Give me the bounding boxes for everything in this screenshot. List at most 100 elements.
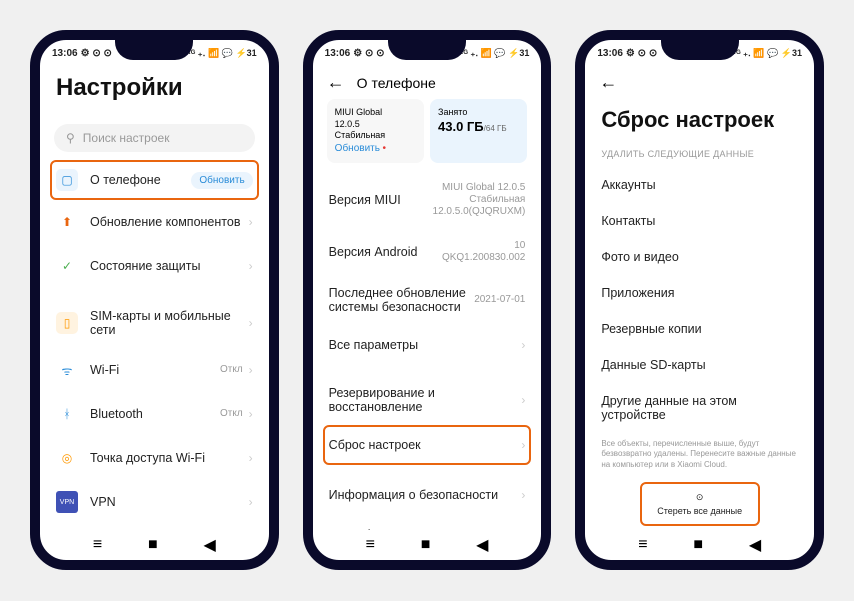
settings-row[interactable]: ▯ SIM-карты и мобильные сети › [54, 298, 255, 348]
row-icon: ᯤ [56, 359, 78, 381]
row-label: Версия Android [329, 245, 431, 259]
about-row[interactable]: Резервирование и восстановление › [327, 375, 528, 425]
erase-button[interactable]: ⊙ Стереть все данные [640, 482, 760, 526]
back-button[interactable]: ← [327, 72, 345, 93]
chevron-icon: › [249, 316, 253, 330]
nav-home[interactable]: ■ [148, 536, 158, 554]
notch [115, 38, 193, 60]
chevron-icon: › [249, 363, 253, 377]
reset-item: Данные SD-карты [585, 347, 814, 383]
row-label: О телефоне [90, 173, 191, 187]
status-icons-left: ⚙ ⊙ ⊙ [353, 48, 384, 59]
nav-back[interactable]: ◀ [476, 535, 488, 555]
nav-bar: ≡ ■ ◀ [40, 530, 269, 560]
phone-1: 13:06⚙ ⊙ ⊙ ⁴ᴳ ₊․ 📶 💬 ⚡31 Настройки ⚲ Пои… [30, 30, 279, 570]
nav-bar: ≡ ■ ◀ [313, 530, 542, 560]
about-row[interactable]: Версия Android 10 QKQ1.200830.002 [327, 229, 528, 275]
chevron-icon: › [521, 488, 525, 502]
row-label: Версия MIUI [329, 193, 431, 207]
settings-row[interactable]: ⬆ Обновление компонентов › [54, 200, 255, 244]
row-label: Сброс настроек [329, 438, 516, 452]
about-row[interactable]: Сброс настроек › [323, 425, 532, 465]
row-label: Обновление компонентов [90, 215, 243, 229]
row-label: Bluetooth [90, 407, 220, 421]
page-title: Настройки [56, 74, 253, 102]
nav-back[interactable]: ◀ [203, 535, 215, 555]
settings-row[interactable]: ᯤ Wi-Fi Откл › [54, 348, 255, 392]
reset-item: Другие данные на этом устройстве [585, 383, 814, 433]
row-icon: ✓ [56, 255, 78, 277]
reset-item: Резервные копии [585, 311, 814, 347]
nav-home[interactable]: ■ [693, 536, 703, 554]
storage-card[interactable]: Занято 43.0 ГБ/64 ГБ [430, 99, 527, 163]
status-time: 13:06 [597, 48, 623, 59]
about-row[interactable]: Информация о безопасности › [327, 475, 528, 515]
row-label: Последнее обновление системы безопасност… [329, 286, 475, 314]
row-label: Информация о безопасности [329, 488, 516, 502]
status-time: 13:06 [52, 48, 78, 59]
row-label: Wi-Fi [90, 363, 220, 377]
row-icon: ◎ [56, 447, 78, 469]
miui-card[interactable]: MIUI Global 12.0.5 Стабильная Обновить • [327, 99, 424, 163]
page-title: Сброс настроек [585, 99, 814, 145]
settings-row[interactable]: ᚼ Bluetooth Откл › [54, 392, 255, 436]
erase-icon: ⊙ [696, 492, 704, 503]
settings-row[interactable]: ▢ О телефоне Обновить [50, 160, 259, 200]
status-icons-right: ⁴ᴳ ₊․ 📶 💬 ⚡31 [459, 48, 529, 59]
nav-bar: ≡ ■ ◀ [585, 530, 814, 560]
row-icon: ▢ [56, 169, 78, 191]
status-icons-left: ⚙ ⊙ ⊙ [626, 48, 657, 59]
chevron-icon: › [521, 438, 525, 452]
search-icon: ⚲ [66, 131, 75, 145]
footer-text: Все объекты, перечисленные выше, будут б… [585, 433, 814, 476]
chevron-icon: › [249, 495, 253, 509]
row-icon: ᚼ [56, 403, 78, 425]
row-label: Все параметры [329, 338, 516, 352]
reset-item: Приложения [585, 275, 814, 311]
section-subhead: УДАЛИТЬ СЛЕДУЮЩИЕ ДАННЫЕ [585, 145, 814, 167]
chevron-icon: › [249, 259, 253, 273]
settings-row[interactable]: VPN VPN › [54, 480, 255, 524]
chevron-icon: › [249, 215, 253, 229]
row-label: Точка доступа Wi-Fi [90, 451, 243, 465]
row-value: 10 QKQ1.200830.002 [430, 240, 525, 264]
status-icons-right: ⁴ᴳ ₊․ 📶 💬 ⚡31 [186, 48, 256, 59]
phone-3: 13:06⚙ ⊙ ⊙ ⁴ᴳ ₊․ 📶 💬 ⚡31 ← Сброс настрое… [575, 30, 824, 570]
header: ← [585, 66, 814, 99]
nav-menu[interactable]: ≡ [93, 536, 102, 554]
settings-row[interactable]: ◎ Точка доступа Wi-Fi › [54, 436, 255, 480]
about-row[interactable]: Все параметры › [327, 325, 528, 365]
about-list: Версия MIUI MIUI Global 12.0.5 Стабильна… [313, 171, 542, 530]
nav-menu[interactable]: ≡ [366, 536, 375, 554]
back-button[interactable]: ← [599, 72, 617, 93]
chevron-icon: › [521, 338, 525, 352]
about-row[interactable]: Сертификация › [327, 515, 528, 530]
row-value: Откл [220, 408, 243, 420]
row-label: SIM-карты и мобильные сети [90, 309, 243, 337]
chevron-icon: › [249, 407, 253, 421]
header-title: О телефоне [357, 75, 436, 91]
nav-menu[interactable]: ≡ [638, 536, 647, 554]
chevron-icon: › [521, 393, 525, 407]
row-value: 2021-07-01 [474, 294, 525, 306]
chevron-icon: › [249, 451, 253, 465]
about-row[interactable]: Последнее обновление системы безопасност… [327, 275, 528, 325]
row-label: VPN [90, 495, 243, 509]
nav-home[interactable]: ■ [421, 536, 431, 554]
nav-back[interactable]: ◀ [749, 535, 761, 555]
reset-list: АккаунтыКонтактыФото и видеоПриложенияРе… [585, 167, 814, 433]
header: ← О телефоне [313, 66, 542, 99]
update-badge: Обновить [191, 172, 252, 189]
status-time: 13:06 [325, 48, 351, 59]
settings-row[interactable]: ✓ Состояние защиты › [54, 244, 255, 288]
settings-list: ▢ О телефоне Обновить ⬆ Обновление компо… [40, 160, 269, 530]
search-input[interactable]: ⚲ Поиск настроек [54, 124, 255, 152]
row-label: Состояние защиты [90, 259, 243, 273]
notch [388, 38, 466, 60]
row-icon: VPN [56, 491, 78, 513]
reset-item: Фото и видео [585, 239, 814, 275]
notch [661, 38, 739, 60]
row-label: Резервирование и восстановление [329, 386, 516, 414]
about-row[interactable]: Версия MIUI MIUI Global 12.0.5 Стабильна… [327, 171, 528, 229]
row-value: Откл [220, 364, 243, 376]
